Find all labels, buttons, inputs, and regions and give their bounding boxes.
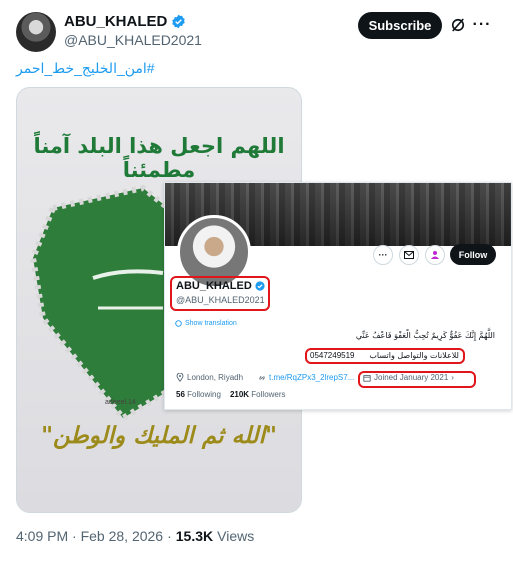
author-name-row[interactable]: ABU_KHALED (64, 13, 186, 30)
highlight-box-joined (358, 371, 476, 388)
verified-badge-icon (172, 14, 186, 29)
author-display-name[interactable]: ABU_KHALED (64, 13, 167, 30)
card-translate-label: Show translation (185, 320, 237, 327)
card-mail-icon (399, 245, 419, 265)
highlight-box-phone (305, 348, 465, 364)
card-bio-line1: اللَّهُمَّ إِنَّكَ عَفُوٌّ كَرِيمٌ تُحِب… (355, 331, 495, 340)
meta-separator: · (167, 528, 172, 544)
views-label: Views (217, 528, 255, 544)
followers-count: 210K (229, 390, 250, 399)
profile-card-overlay: ··· Follow ABU_KHALED @ABU_KHALED2021 Sh… (164, 182, 512, 410)
following-count: 56 (176, 390, 185, 399)
location-pin-icon (176, 373, 184, 382)
post-timestamp[interactable]: 4:09 PM · Feb 28, 2026 (16, 528, 163, 544)
card-notify-icon (425, 245, 445, 265)
card-follow-button: Follow (450, 244, 496, 265)
author-handle[interactable]: @ABU_KHALED2021 (64, 32, 202, 48)
card-link-text: t.me/RqZPx3_2lrepS7... (269, 373, 355, 382)
card-link: t.me/RqZPx3_2lrepS7... (258, 373, 354, 382)
card-more-icon: ··· (373, 245, 393, 265)
hashtag-link[interactable]: #امن_الخليج_خط_احمر (16, 60, 155, 77)
card-following: 56 Following (176, 390, 221, 399)
card-stats: 56 Following 210K Followers (176, 390, 286, 399)
subscribe-button[interactable]: Subscribe (358, 12, 442, 39)
card-location-text: London, Riyadh (187, 373, 244, 382)
author-avatar[interactable] (16, 12, 56, 52)
card-translate-link: Show translation (175, 320, 237, 327)
highlight-box-name (170, 276, 270, 311)
post-meta-row: 4:09 PM · Feb 28, 2026 · 15.3K Views (16, 528, 254, 544)
following-label: Following (187, 390, 221, 399)
poster-credit: adeeel.14 (105, 399, 136, 406)
grok-icon[interactable] (449, 16, 467, 34)
card-followers: 210K Followers (230, 390, 286, 399)
translate-icon (175, 320, 182, 327)
more-options-icon[interactable]: ··· (473, 16, 491, 34)
poster-slogan: "الله ثم المليك والوطن" (41, 422, 277, 449)
followers-label: Followers (251, 390, 286, 399)
views-count: 15.3K (175, 528, 214, 544)
link-icon (259, 375, 265, 380)
card-location: London, Riyadh (176, 373, 243, 382)
